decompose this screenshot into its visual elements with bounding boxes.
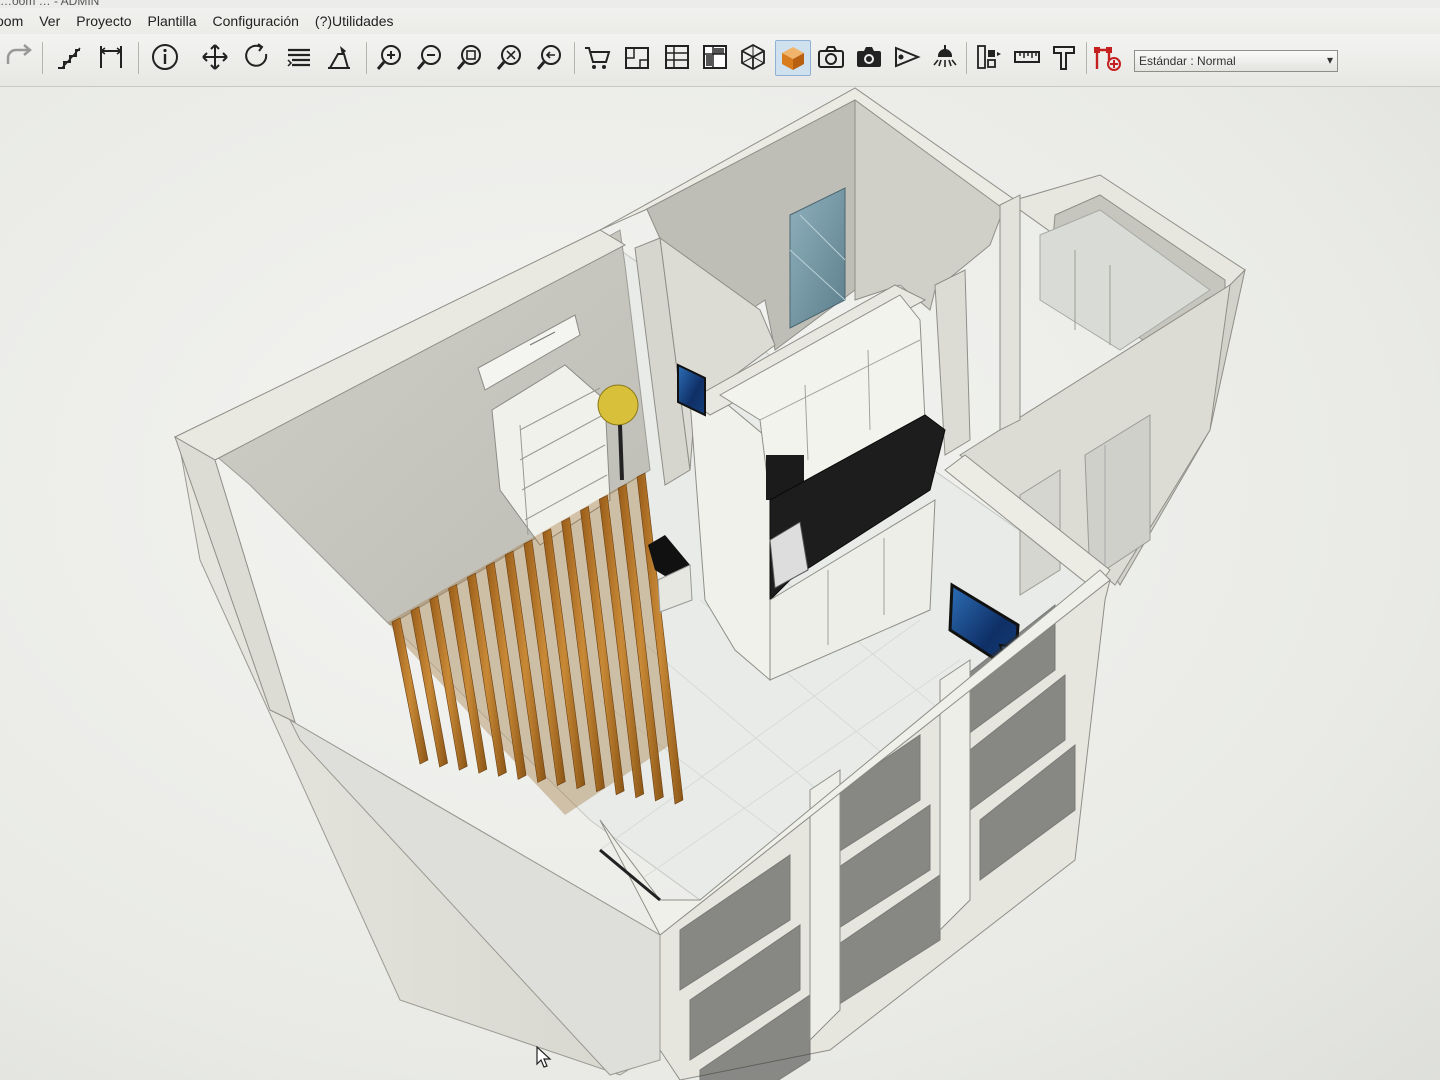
add-path-icon[interactable] xyxy=(1090,40,1124,74)
3d-viewport[interactable] xyxy=(0,87,1440,1080)
paint-icon[interactable] xyxy=(1048,40,1082,74)
zoom-previous-icon[interactable] xyxy=(532,40,566,74)
floor-lamp-shade xyxy=(597,384,639,426)
wireframe-icon[interactable] xyxy=(736,40,770,74)
column-right xyxy=(999,194,1021,431)
menu-bar: oom Ver Proyecto Plantilla Configuración… xyxy=(0,8,1440,34)
menu-item-zoom[interactable]: oom xyxy=(0,13,31,29)
dimension-icon[interactable] xyxy=(94,40,128,74)
menu-item-proyecto[interactable]: Proyecto xyxy=(68,13,139,29)
zoom-window-icon[interactable] xyxy=(452,40,486,74)
view-mode-select[interactable]: Estándar : Normal ▾ xyxy=(1134,50,1338,72)
stairs-icon[interactable] xyxy=(52,40,86,74)
elevation-icon[interactable] xyxy=(620,40,654,74)
bathroom-side-wall xyxy=(854,94,1006,311)
menu-item-ver[interactable]: Ver xyxy=(31,13,68,29)
camera-icon[interactable] xyxy=(814,40,848,74)
menu-item-plantilla[interactable]: Plantilla xyxy=(140,13,205,29)
info-icon[interactable] xyxy=(148,40,182,74)
main-toolbar: Estándar : Normal ▾ xyxy=(0,34,1440,87)
toolbar-separator xyxy=(42,42,43,74)
toolbar-separator xyxy=(574,42,575,74)
materials-icon[interactable] xyxy=(972,40,1006,74)
measure-icon[interactable] xyxy=(1010,40,1044,74)
lamp-icon[interactable] xyxy=(928,40,962,74)
mouse-cursor-icon xyxy=(536,1046,552,1068)
window-title: …oom … - ADMIN xyxy=(0,0,100,8)
menu-item-configuracion[interactable]: Configuración xyxy=(205,13,307,29)
toolbar-separator xyxy=(966,42,967,74)
redo-icon[interactable] xyxy=(2,40,36,74)
zoom-all-icon[interactable] xyxy=(492,40,526,74)
light-direction-icon[interactable] xyxy=(890,40,924,74)
move-icon[interactable] xyxy=(198,40,232,74)
toolbar-separator xyxy=(366,42,367,74)
toolbar-separator xyxy=(138,42,139,74)
plan-icon[interactable] xyxy=(660,40,694,74)
zoom-out-icon[interactable] xyxy=(412,40,446,74)
toolbar-separator xyxy=(1086,42,1087,74)
rotate-icon[interactable] xyxy=(240,40,274,74)
menu-item-utilidades[interactable]: (?)Utilidades xyxy=(307,13,402,29)
cart-icon[interactable] xyxy=(580,40,614,74)
plan-color-icon[interactable] xyxy=(698,40,732,74)
sign-icon[interactable] xyxy=(322,40,356,74)
view-mode-select-value: Estándar : Normal xyxy=(1139,54,1236,68)
photo-camera-icon[interactable] xyxy=(852,40,886,74)
chevron-down-icon: ▾ xyxy=(1326,53,1333,67)
zoom-in-icon[interactable] xyxy=(372,40,406,74)
floorplan-3d-model xyxy=(173,87,1246,1080)
layers-icon[interactable] xyxy=(282,40,316,74)
render-3d-icon[interactable] xyxy=(775,40,811,76)
